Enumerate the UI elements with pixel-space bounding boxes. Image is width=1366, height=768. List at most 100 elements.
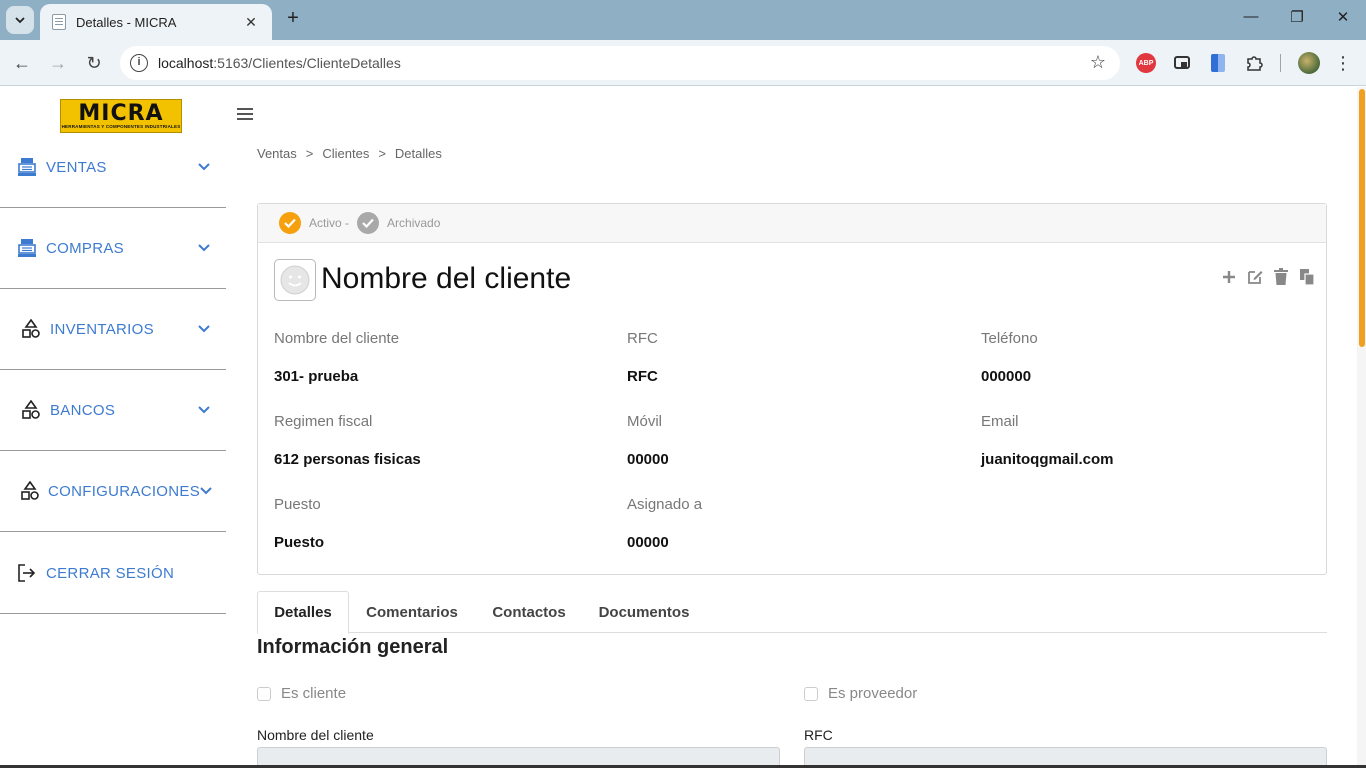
adblock-label: ABP	[1138, 59, 1154, 67]
field-value-nombre: 301- prueba	[274, 368, 359, 385]
checkbox-box[interactable]	[804, 686, 818, 701]
adblock-extension-icon[interactable]: ABP	[1136, 53, 1156, 73]
new-tab-button[interactable]: +	[282, 8, 304, 30]
rfc-label: RFC	[804, 727, 833, 743]
browser-tab-active[interactable]: Detalles - MICRA ✕	[40, 4, 272, 40]
tab-detalles[interactable]: Detalles	[257, 591, 349, 634]
smiley-face-icon	[280, 265, 310, 295]
back-button[interactable]: ←	[9, 50, 35, 76]
address-bar[interactable]: i localhost:5163/Clientes/ClienteDetalle…	[120, 46, 1120, 80]
status-stepper: Activo - Archivado	[258, 204, 1326, 243]
field-label-asignado: Asignado a	[627, 496, 703, 513]
tab-contactos[interactable]: Contactos	[479, 591, 579, 633]
field-value-email: juanitoqgmail.com	[981, 451, 1114, 468]
sidebar-item-configuraciones[interactable]: CONFIGURACIONES	[0, 451, 226, 532]
field-label-regimen: Regimen fiscal	[274, 413, 373, 430]
status-label-archivado: Archivado	[387, 216, 441, 230]
checkbox-box[interactable]	[257, 686, 271, 701]
field-label-puesto: Puesto	[274, 496, 321, 513]
sidebar-item-inventarios[interactable]: INVENTARIOS	[0, 289, 226, 370]
field-value-rfc: RFC	[627, 368, 658, 385]
field-value-puesto: Puesto	[274, 534, 325, 551]
check-circle-icon	[357, 212, 380, 234]
tab-documentos[interactable]: Documentos	[589, 591, 699, 633]
close-window-button[interactable]: ✕	[1320, 8, 1366, 32]
sidebar-item-bancos[interactable]: BANCOS	[0, 370, 226, 451]
browser-toolbar: ← → ↻ i localhost:5163/Clientes/ClienteD…	[0, 40, 1366, 86]
breadcrumb-separator: >	[378, 146, 386, 161]
check-circle-icon	[279, 212, 301, 234]
logo-brand: MICRA	[78, 100, 164, 126]
trash-icon[interactable]	[1272, 268, 1290, 286]
edit-icon[interactable]	[1246, 268, 1264, 286]
copy-icon[interactable]	[1298, 268, 1316, 286]
toolbar-separator	[1280, 54, 1281, 72]
browser-menu-icon[interactable]: ⋮	[1334, 50, 1352, 76]
sidebar: MICRA HERRAMIENTAS Y COMPONENTES INDUSTR…	[0, 87, 226, 768]
breadcrumb-item-clientes[interactable]: Clientes	[322, 146, 369, 161]
document-extension-icon[interactable]	[1211, 54, 1225, 72]
sidebar-item-ventas[interactable]: VENTAS	[0, 127, 226, 208]
client-avatar	[274, 259, 316, 301]
sidebar-item-label: CERRAR SESIÓN	[46, 564, 175, 582]
chevron-down-icon	[198, 242, 210, 254]
add-icon[interactable]	[1220, 268, 1238, 286]
field-value-telefono: 000000	[981, 368, 1032, 385]
minimize-window-button[interactable]: —	[1228, 8, 1274, 32]
detail-tabs: Detalles Comentarios Contactos Documento…	[257, 591, 1327, 634]
nombre-cliente-label: Nombre del cliente	[257, 727, 374, 743]
chevron-down-icon	[198, 323, 210, 335]
shapes-icon	[20, 399, 42, 421]
sidebar-item-compras[interactable]: COMPRAS	[0, 208, 226, 289]
site-info-icon[interactable]: i	[130, 54, 148, 72]
checkbox-label: Es proveedor	[828, 685, 918, 702]
page-scrollbar-thumb[interactable]	[1359, 89, 1365, 347]
restore-window-button[interactable]: ❐	[1274, 8, 1320, 32]
picture-in-picture-icon[interactable]	[1174, 56, 1190, 69]
section-title: Información general	[257, 636, 449, 658]
breadcrumb-separator: >	[305, 146, 314, 161]
field-label-email: Email	[981, 413, 1019, 430]
browser-tab-title: Detalles - MICRA	[76, 14, 177, 30]
tab-search-button[interactable]	[6, 6, 34, 34]
logout-icon	[16, 562, 38, 584]
status-step-activo[interactable]: Activo -	[279, 212, 357, 234]
status-label-activo: Activo -	[309, 216, 350, 230]
extensions-puzzle-icon[interactable]	[1244, 53, 1264, 73]
reload-button[interactable]: ↻	[81, 50, 107, 76]
status-step-archivado[interactable]: Archivado	[357, 212, 448, 234]
forward-button[interactable]: →	[45, 50, 71, 76]
shapes-icon	[20, 318, 42, 340]
bookmark-star-icon[interactable]: ☆	[1090, 52, 1106, 73]
chevron-down-icon	[15, 17, 25, 24]
shapes-icon	[20, 480, 40, 502]
sidebar-item-label: VENTAS	[46, 158, 107, 176]
sidebar-item-label: BANCOS	[50, 401, 116, 419]
url-path: :5163/Clientes/ClienteDetalles	[213, 55, 401, 71]
client-title: Nombre del cliente	[321, 262, 572, 295]
field-value-asignado: 00000	[627, 534, 669, 551]
breadcrumb: Ventas > Clientes > Detalles	[257, 146, 442, 161]
tab-comentarios[interactable]: Comentarios	[357, 591, 467, 633]
field-label-nombre: Nombre del cliente	[274, 330, 400, 347]
es-cliente-checkbox[interactable]: Es cliente	[257, 685, 346, 702]
browser-tabstrip: Detalles - MICRA ✕ + — ❐ ✕	[0, 0, 1366, 40]
cash-register-icon	[16, 156, 38, 178]
breadcrumb-item-ventas[interactable]: Ventas	[257, 146, 297, 161]
es-proveedor-checkbox[interactable]: Es proveedor	[804, 685, 917, 702]
url-host: localhost	[158, 55, 214, 71]
page-favicon-icon	[52, 14, 66, 30]
field-value-regimen: 612 personas fisicas	[274, 451, 421, 468]
field-label-rfc: RFC	[627, 330, 658, 347]
field-label-telefono: Teléfono	[981, 330, 1038, 347]
client-card: Activo - Archivado Nombre del cliente No…	[257, 203, 1327, 575]
chevron-down-icon	[200, 485, 212, 497]
hamburger-menu-icon[interactable]	[237, 108, 253, 122]
sidebar-item-label: COMPRAS	[46, 239, 124, 257]
sidebar-item-cerrar-sesion[interactable]: CERRAR SESIÓN	[0, 533, 226, 614]
profile-avatar[interactable]	[1298, 52, 1320, 74]
close-tab-icon[interactable]: ✕	[242, 14, 260, 31]
sidebar-item-label: CONFIGURACIONES	[48, 482, 201, 500]
cash-register-icon	[16, 237, 38, 259]
field-label-movil: Móvil	[627, 413, 663, 430]
